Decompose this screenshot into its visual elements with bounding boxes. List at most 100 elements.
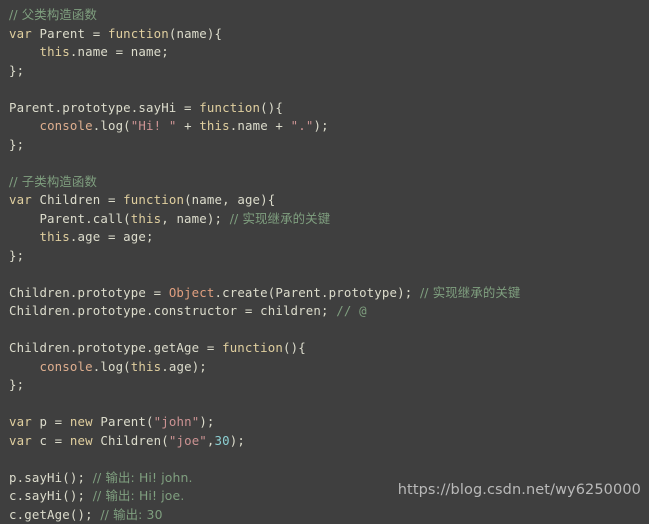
code-token-plain: c = — [32, 433, 70, 448]
code-token-plain: (){ — [260, 100, 283, 115]
code-token-type: Object — [169, 285, 215, 300]
code-token-plain: .log( — [93, 118, 131, 133]
code-line[interactable] — [0, 265, 649, 284]
code-token-plain: , name); — [161, 211, 230, 226]
code-line[interactable] — [0, 395, 649, 414]
code-line[interactable] — [0, 321, 649, 340]
code-line[interactable] — [0, 450, 649, 469]
code-token-plain: ); — [314, 118, 329, 133]
code-token-plain: Children.prototype.getAge = — [9, 340, 222, 355]
code-token-plain: p = — [32, 414, 70, 429]
code-line[interactable] — [0, 154, 649, 173]
code-token-comment: // @ — [336, 303, 366, 318]
code-token-plain: c.getAge(); — [9, 507, 100, 522]
code-token-number: 30 — [215, 433, 230, 448]
code-token-plain: p.sayHi(); — [9, 470, 93, 485]
code-token-keyword: this — [39, 44, 69, 59]
code-line[interactable]: c.sayHi(); // 输出: Hi! joe. — [0, 487, 649, 506]
code-token-plain: }; — [9, 248, 24, 263]
code-line[interactable]: }; — [0, 376, 649, 395]
code-line[interactable]: }; — [0, 136, 649, 155]
code-token-string: "." — [291, 118, 314, 133]
code-line[interactable]: var Parent = function(name){ — [0, 25, 649, 44]
code-token-plain: .log( — [93, 359, 131, 374]
code-token-plain: , — [207, 433, 215, 448]
code-line[interactable] — [0, 80, 649, 99]
code-token-plain: Children = — [32, 192, 123, 207]
code-token-plain — [9, 44, 39, 59]
code-token-builtin: console — [39, 118, 92, 133]
code-token-keyword: this — [199, 118, 229, 133]
code-line[interactable]: var c = new Children("joe",30); — [0, 432, 649, 451]
code-token-plain: Children.prototype = — [9, 285, 169, 300]
code-token-plain: .name = name; — [70, 44, 169, 59]
code-line[interactable]: var Children = function(name, age){ — [0, 191, 649, 210]
code-token-plain: Parent = — [32, 26, 108, 41]
code-token-plain: ); — [230, 433, 245, 448]
code-token-keyword: new — [70, 433, 93, 448]
code-token-keyword: function — [199, 100, 260, 115]
code-token-plain: }; — [9, 377, 24, 392]
code-token-plain: Children.prototype.constructor = childre… — [9, 303, 336, 318]
code-token-plain — [9, 359, 39, 374]
code-token-plain: + — [176, 118, 199, 133]
code-token-plain: Parent.prototype.sayHi = — [9, 100, 199, 115]
code-line[interactable]: console.log(this.age); — [0, 358, 649, 377]
code-token-plain: .age = age; — [70, 229, 154, 244]
code-token-plain: .name + — [230, 118, 291, 133]
code-token-plain: Children( — [93, 433, 169, 448]
code-editor-surface[interactable]: // 父类构造函数var Parent = function(name){ th… — [0, 0, 649, 512]
code-token-comment: // 输出: 30 — [100, 507, 162, 522]
code-token-comment: // 实现继承的关键 — [230, 211, 331, 226]
code-token-plain: Parent.call( — [9, 211, 131, 226]
code-token-keyword: var — [9, 192, 32, 207]
code-token-plain: Parent( — [93, 414, 154, 429]
code-token-keyword: var — [9, 414, 32, 429]
code-token-plain: .age); — [161, 359, 207, 374]
code-token-keyword: new — [70, 414, 93, 429]
code-token-plain: ); — [199, 414, 214, 429]
code-line[interactable]: Children.prototype.getAge = function(){ — [0, 339, 649, 358]
code-line[interactable]: }; — [0, 62, 649, 81]
code-token-plain: .create(Parent.prototype); — [214, 285, 419, 300]
code-line[interactable]: // 子类构造函数 — [0, 173, 649, 192]
code-line[interactable]: p.sayHi(); // 输出: Hi! john. — [0, 469, 649, 488]
code-token-plain: (name, age){ — [184, 192, 275, 207]
code-token-keyword: var — [9, 433, 32, 448]
code-token-keyword: var — [9, 26, 32, 41]
code-line[interactable]: this.name = name; — [0, 43, 649, 62]
code-line[interactable]: // 父类构造函数 — [0, 6, 649, 25]
code-token-keyword: function — [108, 26, 169, 41]
code-token-plain: }; — [9, 137, 24, 152]
code-token-comment: // 输出: Hi! joe. — [93, 488, 185, 503]
code-line[interactable]: c.getAge(); // 输出: 30 — [0, 506, 649, 524]
code-line[interactable]: this.age = age; — [0, 228, 649, 247]
code-line[interactable]: console.log("Hi! " + this.name + "."); — [0, 117, 649, 136]
code-line[interactable]: var p = new Parent("john"); — [0, 413, 649, 432]
code-token-plain: c.sayHi(); — [9, 488, 93, 503]
code-line[interactable]: Children.prototype.constructor = childre… — [0, 302, 649, 321]
code-line[interactable]: Parent.prototype.sayHi = function(){ — [0, 99, 649, 118]
code-token-keyword: this — [39, 229, 69, 244]
code-token-string: "joe" — [169, 433, 207, 448]
code-line[interactable]: Children.prototype = Object.create(Paren… — [0, 284, 649, 303]
code-token-builtin: console — [39, 359, 92, 374]
code-token-plain — [9, 118, 39, 133]
code-token-comment: // 输出: Hi! john. — [93, 470, 193, 485]
code-token-plain: (){ — [283, 340, 306, 355]
code-line[interactable]: }; — [0, 247, 649, 266]
code-token-keyword: function — [222, 340, 283, 355]
code-token-plain: (name){ — [169, 26, 222, 41]
code-token-keyword: function — [123, 192, 184, 207]
code-token-plain: }; — [9, 63, 24, 78]
code-token-comment: // 实现继承的关键 — [420, 285, 521, 300]
code-token-plain — [9, 229, 39, 244]
code-token-string: "john" — [154, 414, 200, 429]
code-token-keyword: this — [131, 359, 161, 374]
code-block[interactable]: // 父类构造函数var Parent = function(name){ th… — [0, 6, 649, 524]
code-line[interactable]: Parent.call(this, name); // 实现继承的关键 — [0, 210, 649, 229]
code-token-comment: // 子类构造函数 — [9, 174, 97, 189]
code-token-keyword: this — [131, 211, 161, 226]
code-token-string: "Hi! " — [131, 118, 177, 133]
code-token-comment: // 父类构造函数 — [9, 7, 97, 22]
